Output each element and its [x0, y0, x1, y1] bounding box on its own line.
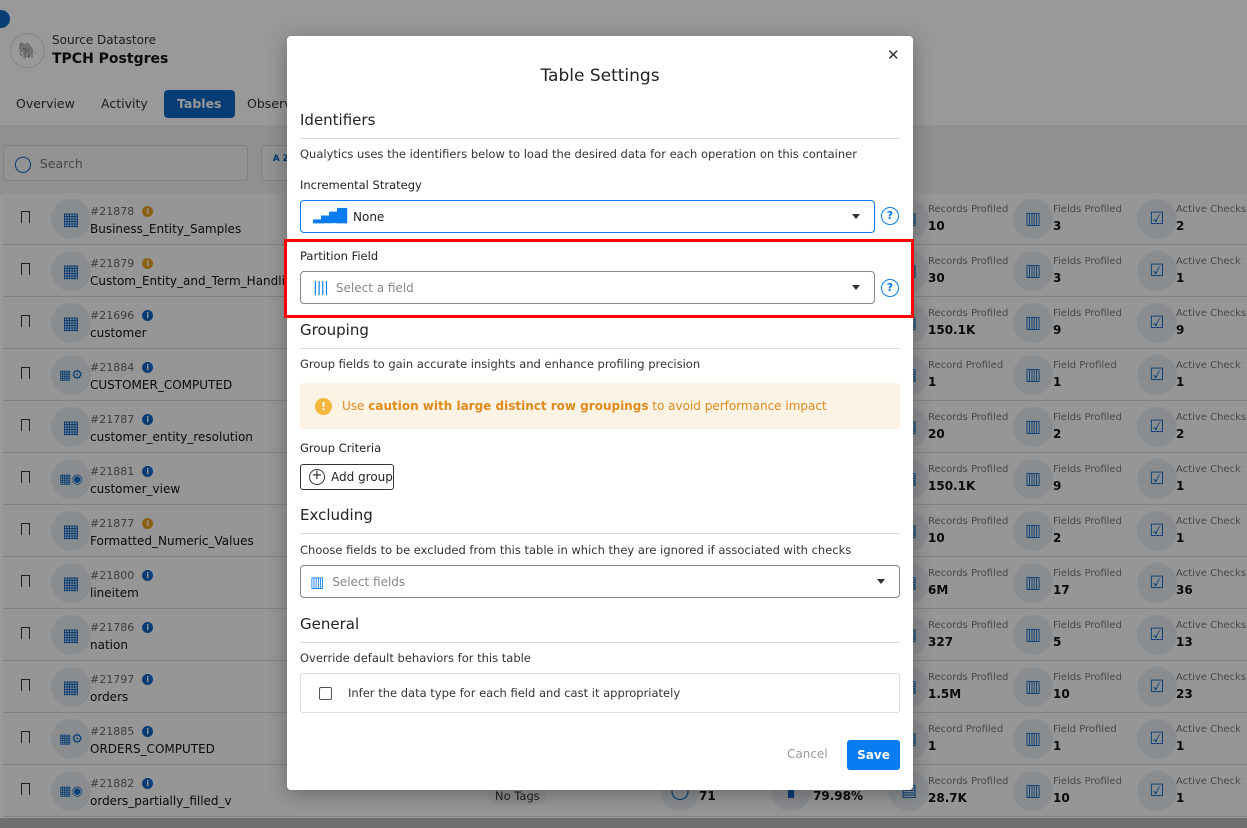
identifiers-description: Qualytics uses the identifiers below to … [300, 147, 857, 161]
excluded-fields-select[interactable]: ▥ Select fields [300, 565, 900, 598]
incremental-strategy-label: Incremental Strategy [300, 178, 422, 192]
table-settings-dialog: Table Settings ✕ Identifiers Qualytics u… [284, 36, 914, 790]
chevron-down-icon [852, 214, 860, 219]
help-icon[interactable]: ? [881, 279, 899, 297]
divider [300, 138, 900, 139]
save-button[interactable]: Save [847, 740, 900, 770]
infer-data-type-checkbox[interactable] [319, 687, 332, 700]
add-group-label: Add group [331, 470, 393, 484]
incremental-strategy-value: None [353, 209, 385, 224]
columns-icon: |||| [313, 279, 329, 296]
columns-remove-icon: ▥ [310, 572, 325, 591]
grouping-heading: Grouping [300, 321, 369, 339]
chevron-down-icon [877, 579, 885, 584]
caution-alert: ! Use caution with large distinct row gr… [300, 383, 900, 429]
group-criteria-label: Group Criteria [300, 441, 382, 455]
excluding-heading: Excluding [300, 506, 373, 524]
warning-icon: ! [315, 397, 332, 415]
excluding-description: Choose fields to be excluded from this t… [300, 543, 852, 557]
divider [300, 533, 900, 534]
add-group-button[interactable]: + Add group [300, 464, 394, 490]
cancel-button[interactable]: Cancel [787, 747, 828, 761]
divider [300, 348, 900, 349]
incremental-strategy-select[interactable]: ▂▄▆█ None [300, 200, 875, 233]
plus-circle-icon: + [309, 469, 325, 485]
partition-field-placeholder: Select a field [335, 280, 414, 295]
help-icon[interactable]: ? [881, 207, 899, 225]
general-heading: General [300, 615, 360, 633]
signal-bars-icon: ▂▄▆█ [313, 209, 347, 224]
divider [300, 642, 900, 643]
caution-text: Use caution with large distinct row grou… [342, 399, 827, 413]
identifiers-heading: Identifiers [300, 111, 376, 129]
close-icon[interactable]: ✕ [887, 46, 900, 64]
infer-data-type-label: Infer the data type for each field and c… [348, 686, 681, 700]
excluded-fields-placeholder: Select fields [332, 574, 406, 589]
grouping-description: Group fields to gain accurate insights a… [300, 357, 701, 371]
dialog-title: Table Settings [540, 66, 660, 86]
general-description: Override default behaviors for this tabl… [300, 651, 531, 665]
chevron-down-icon [852, 285, 860, 290]
partition-field-select[interactable]: |||| Select a field [300, 271, 875, 304]
infer-data-type-option: Infer the data type for each field and c… [300, 673, 900, 713]
partition-field-label: Partition Field [300, 249, 379, 263]
